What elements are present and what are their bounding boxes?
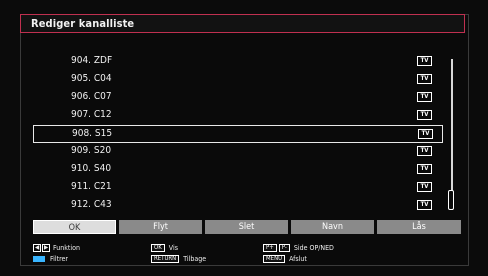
channel-name: 908. S15: [72, 128, 113, 139]
tv-type-icon: TV: [417, 164, 432, 174]
channel-row-selected[interactable]: 908. S15 TV: [33, 125, 443, 143]
hint-exit: MENU Afslut: [263, 255, 307, 263]
hint-back-label: Tilbage: [183, 255, 207, 263]
hint-view-label: Vis: [168, 244, 178, 252]
return-key-icon: RETURN: [151, 255, 180, 263]
delete-button[interactable]: Slet: [205, 220, 288, 234]
channel-name: 909. S20: [71, 145, 112, 156]
ok-button[interactable]: OK: [33, 220, 116, 234]
tv-type-icon: TV: [417, 56, 432, 66]
hint-page: P+ P- Side OP/NED: [263, 244, 334, 252]
channel-row[interactable]: 904. ZDF TV: [33, 53, 443, 71]
channel-row[interactable]: 910. S40 TV: [33, 161, 443, 179]
hint-back: RETURN Tilbage: [151, 255, 206, 263]
channel-name: 911. C21: [71, 181, 112, 192]
dialog-title-bar: Rediger kanalliste: [20, 14, 465, 33]
channel-row[interactable]: 912. C43 TV: [33, 197, 443, 215]
rename-button[interactable]: Navn: [291, 220, 374, 234]
tv-type-icon: TV: [417, 92, 432, 102]
channel-row[interactable]: 905. C04 TV: [33, 71, 443, 89]
right-arrow-key-icon: ▶: [42, 244, 50, 252]
channel-name: 904. ZDF: [71, 55, 113, 66]
scrollbar-track[interactable]: [451, 59, 453, 210]
channel-name: 905. C04: [71, 73, 112, 84]
hint-page-label: Side OP/NED: [293, 244, 334, 252]
hint-function: ◀ ▶ Funktion: [33, 244, 80, 252]
page-up-key-icon: P+: [263, 244, 277, 252]
channel-row[interactable]: 909. S20 TV: [33, 143, 443, 161]
channel-row[interactable]: 906. C07 TV: [33, 89, 443, 107]
tv-type-icon: TV: [417, 146, 432, 156]
page-down-key-icon: P-: [278, 244, 290, 252]
tv-type-icon: TV: [417, 74, 432, 84]
channel-name: 906. C07: [71, 91, 112, 102]
channel-name: 910. S40: [71, 163, 112, 174]
menu-key-icon: MENU: [263, 255, 286, 263]
hint-function-label: Funktion: [53, 244, 80, 252]
scrollbar-thumb[interactable]: [448, 190, 454, 210]
hint-filter: Filtrer: [33, 255, 68, 263]
blue-key-icon: [33, 256, 45, 262]
tv-type-icon: TV: [417, 110, 432, 120]
tv-type-icon: TV: [418, 129, 433, 139]
key-hints: ◀ ▶ Funktion Filtrer OK Vis RETURN Tilbag…: [33, 244, 453, 266]
hint-filter-label: Filtrer: [50, 255, 68, 263]
channel-name: 907. C12: [71, 109, 112, 120]
move-button[interactable]: Flyt: [119, 220, 202, 234]
hint-exit-label: Afslut: [289, 255, 307, 263]
dialog-title: Rediger kanalliste: [31, 17, 135, 30]
channel-row[interactable]: 911. C21 TV: [33, 179, 443, 197]
channel-row[interactable]: 907. C12 TV: [33, 107, 443, 125]
channel-name: 912. C43: [71, 199, 112, 210]
tv-type-icon: TV: [417, 182, 432, 192]
tv-type-icon: TV: [417, 200, 432, 210]
lock-button[interactable]: Lås: [377, 220, 461, 234]
ok-key-icon: OK: [151, 244, 165, 252]
hint-view: OK Vis: [151, 244, 178, 252]
action-button-bar: OK Flyt Slet Navn Lås: [33, 220, 463, 234]
left-arrow-key-icon: ◀: [33, 244, 41, 252]
channel-list: 904. ZDF TV 905. C04 TV 906. C07 TV 907.…: [33, 53, 443, 213]
